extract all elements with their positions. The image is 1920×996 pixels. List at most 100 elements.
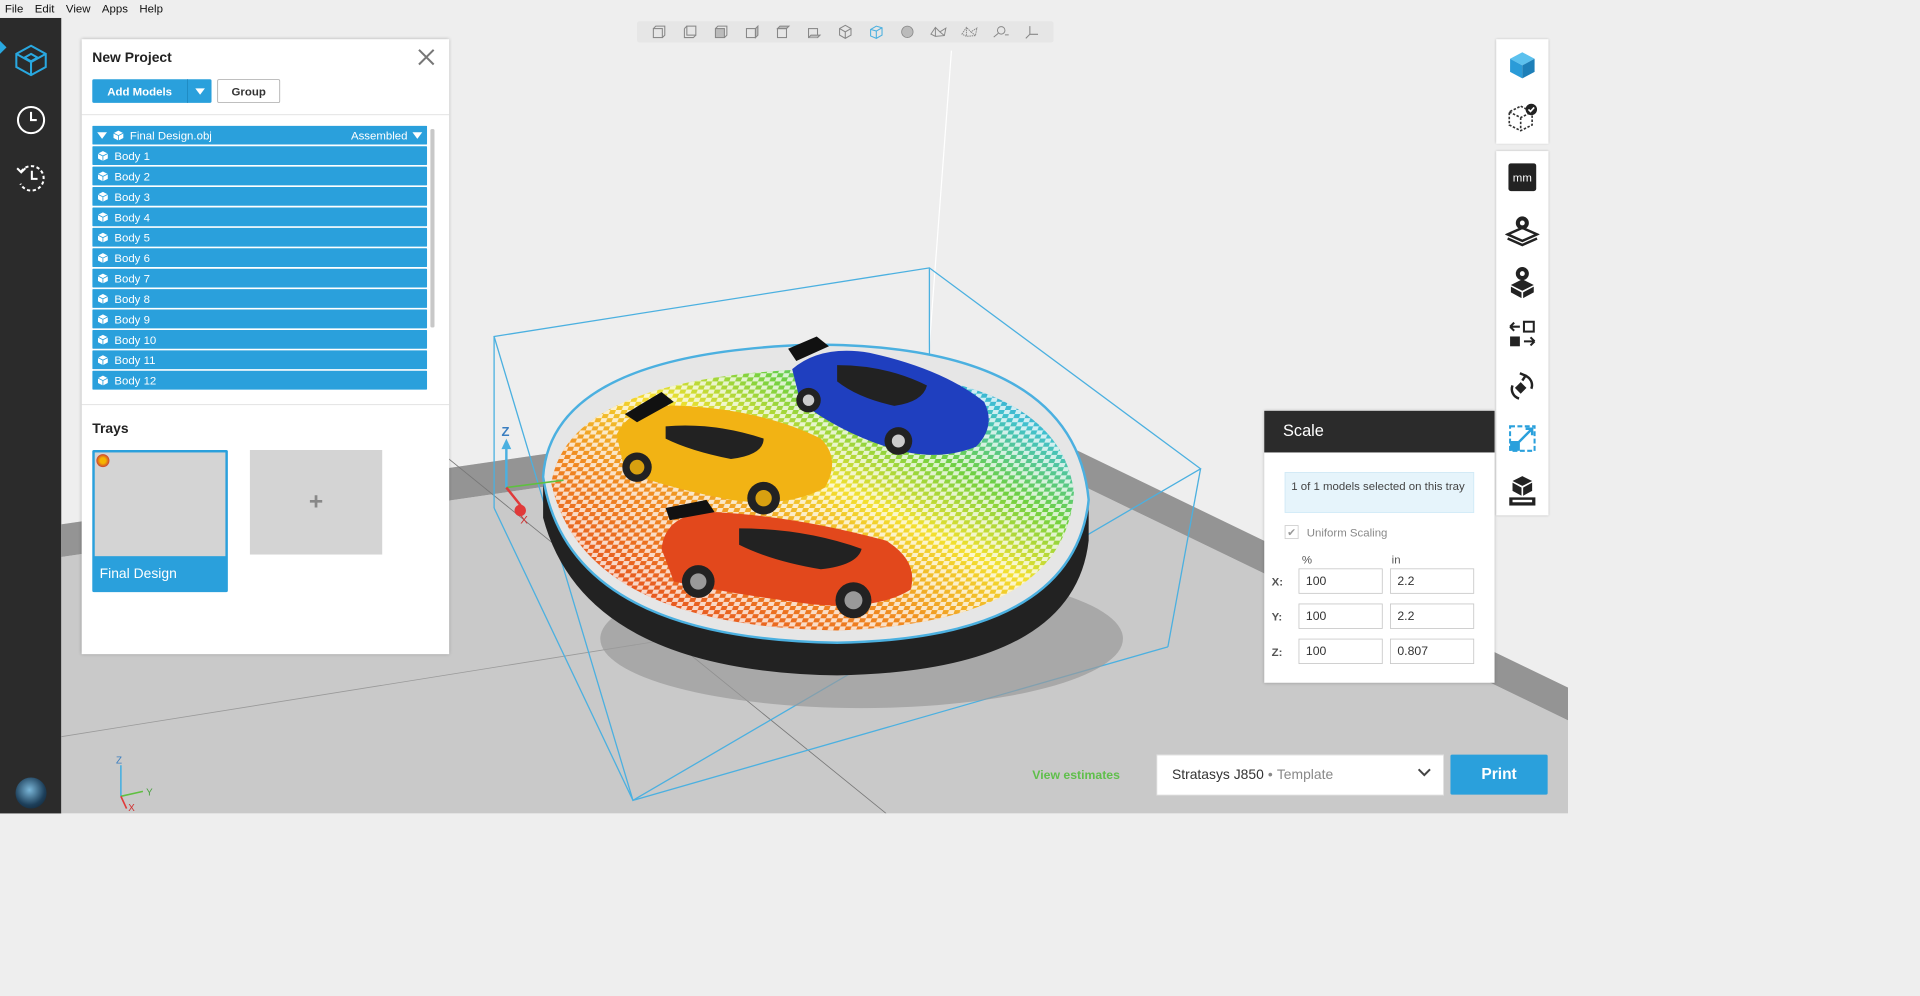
collapse-icon[interactable] [97, 131, 107, 139]
view-perspective-button[interactable] [867, 23, 885, 41]
units-icon: mm [1508, 163, 1537, 192]
view-axes-button[interactable] [1023, 23, 1041, 41]
view-wireframe-icon [930, 26, 947, 37]
view-left-button[interactable] [712, 23, 730, 41]
project-icon [14, 44, 47, 77]
tree-body-row[interactable]: Body 1 [92, 146, 428, 165]
view-bottom-button[interactable] [805, 23, 823, 41]
rotate-tool[interactable] [1496, 360, 1548, 412]
tray-settings-icon [1505, 216, 1540, 247]
add-models-label: Add Models [107, 84, 173, 98]
tree-body-row[interactable]: Body 6 [92, 248, 428, 268]
menu-file[interactable]: File [5, 2, 23, 15]
menu-view[interactable]: View [66, 2, 91, 15]
history-icon [16, 165, 45, 192]
body-cube-icon [97, 272, 108, 283]
left-sidebar [0, 17, 62, 814]
right-toolbar-tools: mm [1496, 151, 1549, 517]
view-iso-button[interactable] [836, 23, 854, 41]
print-settings-icon [1509, 476, 1536, 506]
body-cube-icon [97, 191, 108, 202]
history-nav-button[interactable] [0, 154, 61, 203]
body-cube-icon [97, 252, 108, 263]
tree-scrollbar[interactable] [430, 129, 435, 328]
body-cube-icon [97, 150, 108, 161]
view-front-button[interactable] [650, 23, 668, 41]
add-models-button[interactable]: Add Models [92, 79, 212, 103]
project-panel: New Project Add Models Group Final Desig… [81, 39, 450, 655]
scale-panel: Scale 1 of 1 models selected on this tra… [1264, 410, 1495, 683]
view-back-button[interactable] [681, 23, 699, 41]
tree-body-row[interactable]: Body 8 [92, 289, 428, 308]
y-value-input[interactable] [1390, 603, 1475, 629]
printer-name: Stratasys J850 [1171, 766, 1264, 783]
view-estimates-link[interactable]: View estimates [1032, 769, 1120, 783]
user-avatar[interactable] [15, 777, 47, 809]
tray-model-icon [96, 454, 110, 468]
body-cube-icon [97, 354, 108, 365]
view-right-icon [745, 24, 759, 39]
print-button[interactable]: Print [1450, 754, 1548, 795]
body-name: Body 8 [114, 291, 150, 306]
tree-root-row[interactable]: Final Design.obj Assembled [92, 125, 428, 145]
tree-body-row[interactable]: Body 7 [92, 268, 428, 288]
tree-body-row[interactable]: Body 12 [92, 370, 428, 390]
assembly-mode-dropdown[interactable]: Assembled [351, 129, 423, 142]
view-wireframe-button[interactable] [929, 23, 947, 41]
recent-nav-button[interactable] [0, 96, 61, 145]
tree-body-row[interactable]: Body 3 [92, 187, 428, 206]
printer-template: Template [1276, 766, 1334, 783]
tree-body-row[interactable]: Body 4 [92, 207, 428, 227]
view-toolbar [637, 21, 1054, 43]
body-cube-icon [97, 232, 108, 243]
project-nav-button[interactable] [0, 36, 61, 85]
tree-body-row[interactable]: Body 10 [92, 329, 428, 349]
print-settings-tool[interactable] [1496, 465, 1548, 517]
add-model-tool[interactable] [1496, 39, 1548, 91]
printer-selector[interactable]: Stratasys J850 • Template [1156, 754, 1444, 796]
tree-body-row[interactable]: Body 9 [92, 309, 428, 329]
view-shaded-button[interactable] [898, 23, 916, 41]
view-top-button[interactable] [774, 23, 792, 41]
scale-tool[interactable] [1496, 412, 1548, 464]
right-toolbar-top [1496, 39, 1549, 144]
add-tray-button[interactable]: + [249, 450, 383, 555]
add-models-dropdown[interactable] [187, 79, 212, 103]
tree-body-row[interactable]: Body 11 [92, 350, 428, 370]
unit-column-header: in [1391, 552, 1401, 566]
tray-settings-tool[interactable] [1496, 203, 1548, 255]
z-value-input[interactable] [1390, 638, 1475, 664]
arrange-tool[interactable] [1496, 308, 1548, 360]
close-icon [418, 49, 435, 66]
checkmark-icon: ✔ [1284, 525, 1299, 540]
view-right-button[interactable] [743, 23, 761, 41]
axis-y-label: Y [146, 787, 153, 798]
model-check-tool[interactable] [1496, 91, 1548, 143]
view-back-icon [683, 25, 697, 39]
body-cube-icon [97, 293, 108, 304]
tree-body-row[interactable]: Body 2 [92, 166, 428, 186]
selection-info: 1 of 1 models selected on this tray [1284, 472, 1475, 513]
body-name: Body 2 [114, 169, 150, 183]
view-xray-button[interactable] [960, 23, 978, 41]
x-value-input[interactable] [1390, 568, 1475, 594]
y-percent-input[interactable] [1298, 603, 1383, 629]
body-name: Body 4 [114, 210, 150, 224]
menu-edit[interactable]: Edit [35, 2, 55, 15]
group-button[interactable]: Group [217, 79, 281, 103]
divider [81, 114, 450, 116]
tree-body-row[interactable]: Body 5 [92, 227, 428, 247]
x-percent-input[interactable] [1298, 568, 1383, 594]
menu-apps[interactable]: Apps [102, 2, 128, 15]
z-percent-input[interactable] [1298, 638, 1383, 664]
view-zoom-button[interactable] [991, 23, 1009, 41]
view-left-icon [714, 25, 728, 39]
close-panel-button[interactable] [413, 44, 439, 70]
units-tool[interactable]: mm [1496, 151, 1548, 203]
menu-help[interactable]: Help [139, 2, 163, 15]
uniform-scaling-checkbox[interactable]: ✔ Uniform Scaling [1284, 525, 1387, 540]
view-axes-icon [1025, 26, 1039, 39]
model-settings-tool[interactable] [1496, 256, 1548, 308]
tray-card-final-design[interactable]: Final Design [92, 450, 228, 593]
axis-x-label: X [128, 803, 135, 813]
